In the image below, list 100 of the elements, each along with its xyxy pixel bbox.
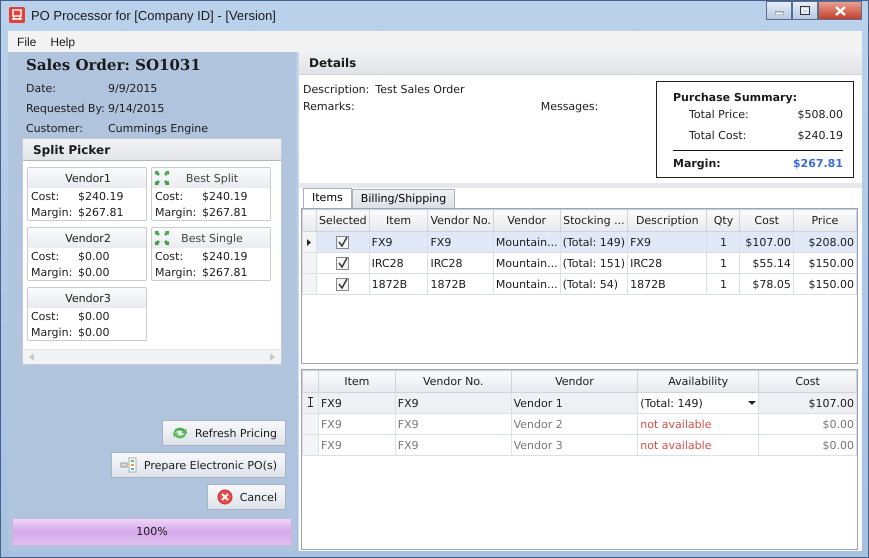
action-button[interactable]: Cancel: [206, 484, 286, 510]
field-value: Cummings Engine: [108, 122, 208, 134]
field-value: 9/9/2015: [108, 82, 158, 94]
column-header[interactable]: Item: [318, 370, 396, 392]
column-header[interactable]: Availability: [638, 370, 759, 392]
card-value: $0.00: [78, 266, 110, 278]
vendor-card[interactable]: Best Split Cost: $240.19 Margin: $267.81: [151, 167, 271, 221]
maximize-icon: [800, 6, 810, 15]
table-cell: Mountain...: [493, 274, 560, 294]
column-header[interactable]: Description: [628, 210, 707, 232]
card-title: Best Split: [184, 172, 240, 184]
field-label: Requested By:: [26, 102, 106, 114]
column-header[interactable]: Vendor: [511, 370, 638, 392]
table-cell: FX9: [395, 414, 512, 434]
checkbox[interactable]: [336, 236, 350, 249]
vendor-card[interactable]: Vendor2 Cost: $0.00 Margin: $0.00: [27, 227, 147, 281]
maximize-button[interactable]: [792, 1, 818, 20]
table-cell: IRC28: [428, 252, 494, 274]
summary-label: Total Price:: [689, 108, 749, 121]
table-cell: Vendor 1: [511, 392, 638, 414]
card-title: Vendor2: [64, 232, 112, 244]
summary-value: $267.81: [792, 156, 843, 170]
tab[interactable]: Items: [303, 188, 352, 208]
column-header[interactable]: Selected: [316, 210, 370, 232]
section-header: Details: [299, 52, 862, 75]
table-cell: (Total: 149): [560, 232, 628, 252]
table-cell: Vendor 2: [511, 414, 638, 434]
table-cell: FX9: [428, 232, 494, 252]
table-cell: $150.00: [793, 252, 856, 274]
summary-value: $508.00: [798, 108, 843, 121]
menu-item[interactable]: Help: [43, 34, 82, 48]
summary-label: Margin:: [673, 156, 721, 170]
tab[interactable]: Billing/Shipping: [352, 189, 456, 208]
card-value: $267.81: [78, 206, 124, 218]
action-button[interactable]: Refresh Pricing: [162, 420, 286, 446]
card-label: Margin:: [31, 206, 74, 218]
card-value: $240.19: [202, 250, 248, 262]
arrows-icon: [154, 170, 170, 186]
column-header[interactable]: Qty: [706, 210, 740, 232]
checkbox[interactable]: [336, 256, 350, 270]
table-cell: FX9: [628, 232, 707, 252]
table-cell: 1: [706, 274, 740, 294]
table-cell: 1872B: [628, 274, 707, 294]
menu-item[interactable]: File: [10, 34, 44, 48]
dropdown-value: (Total: 149): [640, 396, 703, 410]
table-cell: Vendor 3: [511, 434, 638, 456]
table-cell: $107.00: [758, 392, 856, 414]
table-cell: $55.14: [740, 252, 794, 274]
card-label: Margin:: [155, 266, 198, 278]
column-header[interactable]: Cost: [758, 370, 856, 392]
column-header[interactable]: Vendor: [493, 210, 560, 232]
table-cell: Mountain...: [493, 232, 560, 252]
progress-label: 100%: [135, 525, 169, 538]
table-cell: not available: [638, 414, 759, 434]
column-header[interactable]: Vendor No.: [428, 210, 494, 232]
summary-value: $240.19: [798, 129, 843, 142]
table-cell: 1872B: [428, 274, 494, 294]
action-button[interactable]: Prepare Electronic PO(s): [110, 452, 286, 478]
card-value: $267.81: [202, 206, 248, 218]
column-header[interactable]: Vendor No.: [395, 370, 512, 392]
card-value: $0.00: [78, 250, 110, 262]
close-button[interactable]: [818, 1, 862, 20]
column-header[interactable]: Price: [793, 210, 856, 232]
cancel-icon: [216, 489, 234, 505]
vendor-card[interactable]: Best Single Cost: $240.19 Margin: $267.81: [151, 227, 271, 281]
minimize-button[interactable]: [766, 1, 792, 20]
card-value: $0.00: [78, 326, 110, 338]
document-icon: [120, 457, 138, 473]
checkbox[interactable]: [336, 278, 350, 291]
table-cell: FX9: [395, 392, 512, 414]
column-header[interactable]: Stocking ...: [560, 210, 628, 232]
card-label: Cost:: [155, 250, 184, 262]
table-cell: IRC28: [369, 252, 428, 274]
card-value: $240.19: [202, 190, 248, 202]
card-value: $0.00: [78, 310, 110, 322]
scroll-right-icon: [270, 353, 275, 361]
field-label: Messages:: [540, 100, 598, 113]
vendor-card[interactable]: Vendor3 Cost: $0.00 Margin: $0.00: [27, 287, 147, 341]
card-label: Cost:: [31, 250, 60, 262]
scroll-left-icon: [29, 353, 34, 361]
field-label: Date:: [26, 82, 57, 94]
card-label: Cost:: [31, 190, 60, 202]
summary-label: Total Cost:: [689, 129, 746, 142]
table-cell: FX9: [318, 392, 396, 414]
card-label: Margin:: [31, 266, 74, 278]
vendor-card[interactable]: Vendor1 Cost: $240.19 Margin: $267.81: [27, 167, 147, 221]
column-header[interactable]: Cost: [740, 210, 794, 232]
column-header[interactable]: Item: [369, 210, 428, 232]
table-cell: (Total: 54): [560, 274, 628, 294]
dropdown-field[interactable]: (Total: 149): [640, 396, 756, 410]
card-label: Cost:: [155, 190, 184, 202]
field-value: 9/14/2015: [108, 102, 164, 114]
scrollbar[interactable]: [23, 349, 281, 364]
table-cell: not available: [638, 434, 759, 456]
table-cell: (Total: 151): [560, 252, 628, 274]
panel-title: Split Picker: [23, 139, 281, 161]
table-cell: $78.05: [740, 274, 794, 294]
card-title: Vendor3: [64, 292, 112, 304]
card-title: Vendor1: [64, 172, 112, 184]
table-cell: FX9: [369, 232, 428, 252]
